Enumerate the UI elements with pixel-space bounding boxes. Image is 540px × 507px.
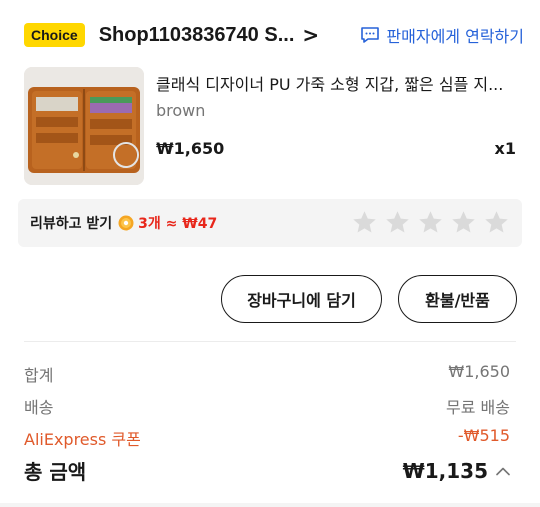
chevron-up-icon[interactable] bbox=[496, 466, 510, 476]
product-variant: brown bbox=[156, 101, 206, 120]
chevron-right-icon[interactable]: > bbox=[302, 23, 319, 47]
total-value: ₩1,135 bbox=[402, 458, 488, 483]
shop-header: Choice Shop1103836740 S... > 판매자에게 연락하기 bbox=[24, 18, 524, 52]
choice-badge: Choice bbox=[24, 23, 85, 47]
shipping-value: 무료 배송 bbox=[446, 398, 510, 417]
star-icon[interactable] bbox=[417, 209, 444, 236]
product-item[interactable]: 클래식 디자이너 PU 가죽 소형 지갑, 짧은 심플 지... brown ₩… bbox=[24, 67, 516, 187]
review-reward-bar[interactable]: 리뷰하고 받기 3개 ≈ ₩47 bbox=[18, 199, 522, 247]
shipping-row: 배송 무료 배송 bbox=[24, 394, 510, 418]
star-icon[interactable] bbox=[384, 209, 411, 236]
coupon-row: AliExpress 쿠폰 -₩515 bbox=[24, 426, 510, 450]
add-to-cart-button[interactable]: 장바구니에 담기 bbox=[221, 275, 382, 323]
product-quantity: x1 bbox=[494, 139, 516, 158]
total-amount-group[interactable]: ₩1,135 bbox=[403, 456, 510, 485]
contact-seller-label: 판매자에게 연락하기 bbox=[386, 27, 524, 46]
contact-seller-link[interactable]: 판매자에게 연락하기 bbox=[360, 23, 524, 47]
total-label: 총 금액 bbox=[24, 460, 87, 484]
chat-icon bbox=[361, 27, 380, 43]
refund-return-button[interactable]: 환불/반품 bbox=[398, 275, 517, 323]
wallet-image bbox=[24, 67, 144, 185]
coupon-label: AliExpress 쿠폰 bbox=[24, 430, 141, 449]
total-row[interactable]: 총 금액 ₩1,135 bbox=[24, 456, 510, 485]
review-reward: 3개 ≈ ₩47 bbox=[138, 216, 218, 232]
subtotal-label: 합계 bbox=[24, 366, 54, 385]
product-price: ₩1,650 bbox=[156, 139, 225, 158]
review-label: 리뷰하고 받기 bbox=[30, 216, 113, 232]
coin-icon bbox=[118, 215, 134, 231]
rating-stars[interactable] bbox=[351, 209, 510, 236]
star-icon[interactable] bbox=[483, 209, 510, 236]
star-icon[interactable] bbox=[450, 209, 477, 236]
subtotal-value: ₩1,650 bbox=[448, 362, 510, 381]
star-icon[interactable] bbox=[351, 209, 378, 236]
bottom-divider bbox=[0, 503, 540, 507]
divider bbox=[24, 341, 516, 342]
shipping-label: 배송 bbox=[24, 398, 54, 417]
shop-name-link[interactable]: Shop1103836740 S... bbox=[99, 24, 295, 47]
coupon-value: -₩515 bbox=[457, 426, 510, 445]
product-title[interactable]: 클래식 디자이너 PU 가죽 소형 지갑, 짧은 심플 지... bbox=[156, 71, 516, 95]
product-thumbnail[interactable] bbox=[24, 67, 144, 185]
subtotal-row: 합계 ₩1,650 bbox=[24, 362, 510, 386]
